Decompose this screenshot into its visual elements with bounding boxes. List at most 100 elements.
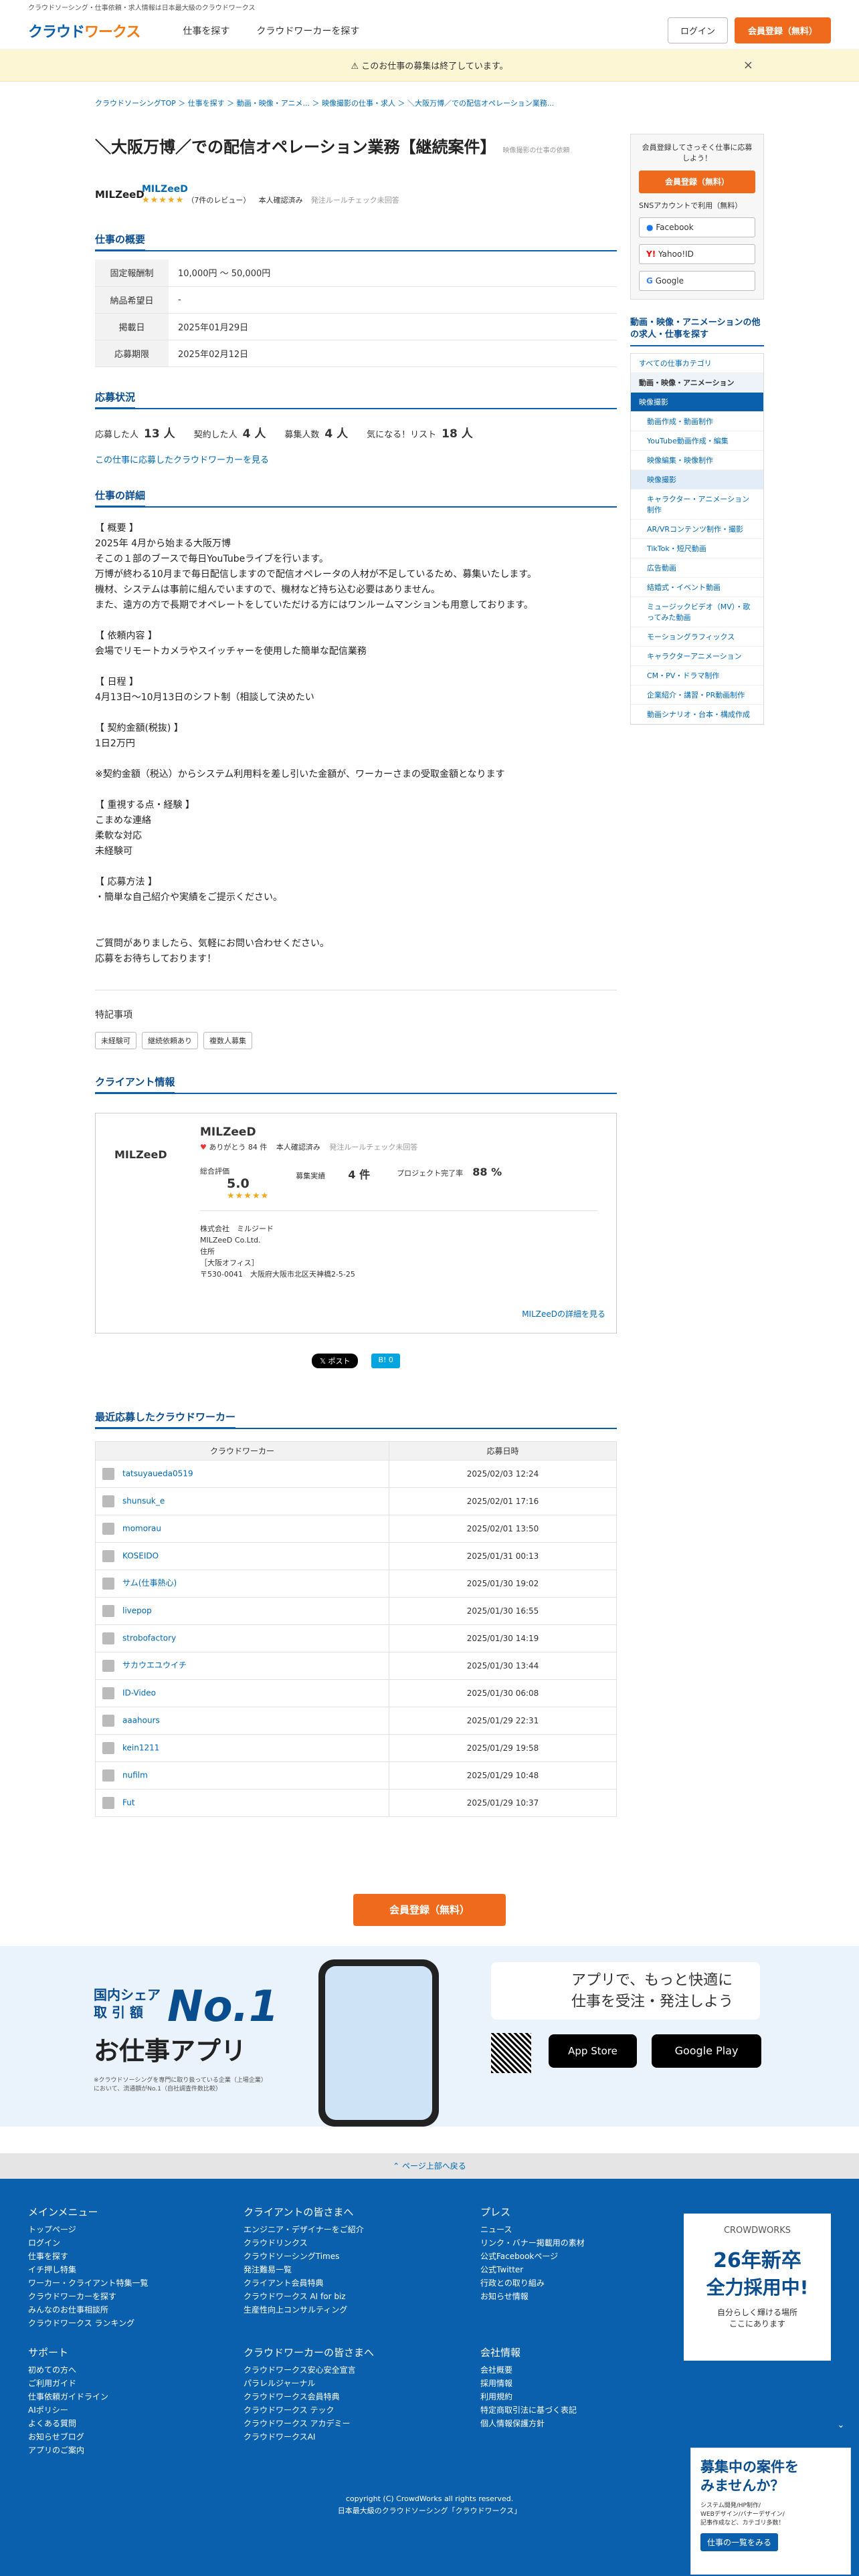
- worker-link[interactable]: KOSEIDO: [122, 1551, 159, 1560]
- footer-link[interactable]: クラウドワークス安心安全宣言: [244, 2363, 374, 2377]
- avatar[interactable]: [102, 1549, 114, 1562]
- google-login-button[interactable]: G Google: [639, 271, 755, 291]
- category-item[interactable]: キャラクターアニメーション: [631, 647, 763, 666]
- footer-link[interactable]: クラウドリンクス: [244, 2236, 364, 2250]
- footer-link[interactable]: AIポリシー: [28, 2403, 108, 2417]
- page-top-link[interactable]: ⌃ ページ上部へ戻る: [0, 2153, 859, 2179]
- category-item[interactable]: キャラクター・アニメーション制作: [631, 490, 763, 520]
- worker-link[interactable]: livepop: [122, 1606, 152, 1615]
- footer-link[interactable]: クラウドソーシングTimes: [244, 2250, 364, 2263]
- avatar[interactable]: [102, 1495, 114, 1507]
- client-name-link[interactable]: MILZeeD: [142, 184, 188, 195]
- review-count[interactable]: （7件のレビュー）: [187, 196, 250, 205]
- footer-link[interactable]: クラウドワークス テック: [244, 2403, 374, 2417]
- footer-link[interactable]: ログイン: [28, 2236, 149, 2250]
- close-icon[interactable]: ×: [743, 58, 753, 72]
- worker-link[interactable]: kein1211: [122, 1743, 159, 1752]
- category-item[interactable]: 映像編集・映像制作: [631, 451, 763, 470]
- worker-link[interactable]: サム(仕事熱心): [122, 1578, 177, 1588]
- footer-link[interactable]: ご利用ガイド: [28, 2377, 108, 2390]
- footer-link[interactable]: トップページ: [28, 2223, 149, 2236]
- avatar[interactable]: [102, 1741, 114, 1754]
- worker-link[interactable]: nufilm: [122, 1770, 148, 1780]
- footer-link[interactable]: 仕事を探す: [28, 2250, 149, 2263]
- category-item[interactable]: すべての仕事カテゴリ: [631, 354, 763, 373]
- nav-find-jobs[interactable]: 仕事を探す: [183, 24, 229, 37]
- category-item[interactable]: 動画・映像・アニメーション: [631, 373, 763, 393]
- footer-link[interactable]: 公式Facebookページ: [480, 2250, 585, 2263]
- category-item[interactable]: 動画作成・動画制作: [631, 412, 763, 431]
- footer-link[interactable]: 利用規約: [480, 2390, 577, 2403]
- footer-link[interactable]: ニュース: [480, 2223, 585, 2236]
- footer-link[interactable]: よくある質問: [28, 2417, 108, 2430]
- category-item[interactable]: 映像撮影: [631, 393, 763, 412]
- category-item[interactable]: 映像撮影: [631, 470, 763, 490]
- footer-link[interactable]: イチ押し特集: [28, 2263, 149, 2276]
- client-logo[interactable]: MILZeeD: [95, 189, 145, 201]
- footer-link[interactable]: クラウドワークスAI: [244, 2430, 374, 2444]
- google-play-button[interactable]: Google Play: [652, 2034, 761, 2068]
- client-info-name[interactable]: MILZeeD: [200, 1125, 597, 1139]
- footer-link[interactable]: エンジニア・デザイナーをご紹介: [244, 2223, 364, 2236]
- footer-link[interactable]: クラウドワークス アカデミー: [244, 2417, 374, 2430]
- view-applicants-link[interactable]: この仕事に応募したクラウドワーカーを見る: [95, 453, 617, 465]
- worker-link[interactable]: shunsuk_e: [122, 1496, 165, 1505]
- category-item[interactable]: YouTube動画作成・編集: [631, 431, 763, 451]
- footer-link[interactable]: ワーカー・クライアント特集一覧: [28, 2276, 149, 2290]
- footer-link[interactable]: リンク・バナー掲載用の素材: [480, 2236, 585, 2250]
- avatar[interactable]: [102, 1577, 114, 1590]
- avatar[interactable]: [102, 1796, 114, 1809]
- signup-button[interactable]: 会員登録（無料）: [734, 17, 831, 43]
- footer-link[interactable]: 仕事依頼ガイドライン: [28, 2390, 108, 2403]
- site-logo[interactable]: クラウドワークス: [28, 20, 140, 41]
- footer-link[interactable]: クラウドワークス ランキング: [28, 2317, 149, 2330]
- footer-link[interactable]: 初めての方へ: [28, 2363, 108, 2377]
- footer-link[interactable]: 公式Twitter: [480, 2263, 585, 2276]
- worker-link[interactable]: strobofactory: [122, 1633, 176, 1642]
- footer-link[interactable]: クライアント会員特典: [244, 2276, 364, 2290]
- avatar[interactable]: [102, 1769, 114, 1782]
- footer-link[interactable]: みんなのお仕事相談所: [28, 2303, 149, 2317]
- app-store-button[interactable]: App Store: [549, 2034, 637, 2068]
- worker-link[interactable]: ID-Video: [122, 1688, 156, 1697]
- recruit-banner[interactable]: CROWDWORKS 26年新卒 全力採用中! 自分らしく輝ける場所 ここにあり…: [684, 2214, 831, 2361]
- facebook-login-button[interactable]: ● Facebook: [639, 217, 755, 237]
- category-item[interactable]: TikTok・短尺動画: [631, 539, 763, 558]
- footer-link[interactable]: クラウドワーカーを探す: [28, 2290, 149, 2303]
- avatar[interactable]: [102, 1632, 114, 1644]
- footer-link[interactable]: クラウドワークス AI for biz: [244, 2290, 364, 2303]
- footer-link[interactable]: 特定商取引法に基づく表記: [480, 2403, 577, 2417]
- footer-link[interactable]: 生産性向上コンサルティング: [244, 2303, 364, 2317]
- worker-link[interactable]: momorau: [122, 1523, 161, 1533]
- avatar[interactable]: [102, 1522, 114, 1535]
- category-item[interactable]: 企業紹介・講習・PR動画制作: [631, 685, 763, 705]
- footer-link[interactable]: 個人情報保護方針: [480, 2417, 577, 2430]
- nav-find-workers[interactable]: クラウドワーカーを探す: [256, 24, 359, 37]
- scroll-up-button[interactable]: ⌄: [831, 2416, 851, 2436]
- footer-link[interactable]: 行政との取り組み: [480, 2276, 585, 2290]
- category-item[interactable]: モーショングラフィックス: [631, 627, 763, 647]
- footer-link[interactable]: アプリのご案内: [28, 2444, 108, 2457]
- footer-link[interactable]: 会社概要: [480, 2363, 577, 2377]
- worker-link[interactable]: tatsuyaueda0519: [122, 1469, 193, 1478]
- x-post-button[interactable]: 𝕏 ポスト: [312, 1353, 359, 1368]
- footer-link[interactable]: パラレルジャーナル: [244, 2377, 374, 2390]
- worker-link[interactable]: Fut: [122, 1798, 135, 1807]
- avatar[interactable]: [102, 1659, 114, 1672]
- hatena-button[interactable]: B! 0: [371, 1353, 400, 1368]
- signup-cta-button[interactable]: 会員登録（無料）: [353, 1894, 506, 1926]
- avatar[interactable]: [102, 1687, 114, 1699]
- category-item[interactable]: 動画シナリオ・台本・構成作成: [631, 705, 763, 724]
- login-button[interactable]: ログイン: [667, 17, 728, 43]
- footer-link[interactable]: 発注難易一覧: [244, 2263, 364, 2276]
- category-item[interactable]: CM・PV・ドラマ制作: [631, 666, 763, 685]
- breadcrumb[interactable]: クラウドソーシングTOP ＞ 仕事を探す ＞ 動画・映像・アニメ... ＞ 映像…: [95, 98, 554, 108]
- category-item[interactable]: 結婚式・イベント動画: [631, 578, 763, 597]
- client-detail-link[interactable]: MILZeeDの詳細を見る: [522, 1308, 605, 1319]
- footer-link[interactable]: クラウドワークス会員特典: [244, 2390, 374, 2403]
- avatar[interactable]: [102, 1714, 114, 1727]
- footer-link[interactable]: お知らせ情報: [480, 2290, 585, 2303]
- category-item[interactable]: AR/VRコンテンツ制作・撮影: [631, 520, 763, 539]
- worker-link[interactable]: aaahours: [122, 1715, 160, 1725]
- job-category[interactable]: 映像撮影の仕事の依頼: [503, 147, 570, 154]
